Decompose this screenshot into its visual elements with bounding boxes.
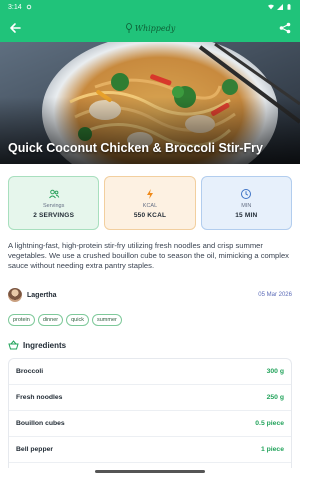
- wifi-icon: [268, 4, 274, 10]
- ingredient-name: Broccoli: [16, 368, 44, 375]
- logo-text: Whippedy: [134, 23, 176, 33]
- published-date: 05 Mar 2026: [258, 292, 292, 298]
- ingredient-row: Broccoli 300 g: [9, 359, 291, 385]
- signal-icon: [277, 4, 283, 10]
- recipe-stats: Servings 2 SERVINGS KCAL 550 KCAL MIN 15…: [8, 176, 292, 230]
- share-icon: [279, 22, 291, 34]
- ingredients-header: Ingredients: [8, 340, 66, 350]
- battery-icon: [287, 4, 291, 10]
- settings-icon: [26, 4, 31, 10]
- stat-value: 550 KCAL: [133, 211, 167, 219]
- basket-icon: [8, 340, 19, 350]
- tag-chip[interactable]: quick: [66, 314, 89, 326]
- stat-servings: Servings 2 SERVINGS: [8, 176, 100, 230]
- ingredients-title: Ingredients: [23, 340, 67, 350]
- ingredient-name: Fresh noodles: [16, 394, 63, 401]
- ingredient-qty: 300 g: [266, 368, 284, 375]
- stat-label: KCAL: [142, 202, 158, 209]
- author-row[interactable]: Lagertha 05 Mar 2026: [8, 287, 292, 303]
- back-button[interactable]: [8, 21, 22, 35]
- arrow-left-icon: [10, 23, 21, 33]
- recipe-title: Quick Coconut Chicken & Broccoli Stir-Fr…: [8, 141, 263, 155]
- ingredients-list: Broccoli 300 g Fresh noodles 250 g Bouil…: [8, 358, 292, 468]
- status-time: 3:14: [8, 3, 22, 11]
- ingredient-row: Bell pepper 1 piece: [9, 437, 291, 463]
- stat-label: MIN: [241, 202, 252, 209]
- stat-time: MIN 15 MIN: [200, 176, 292, 230]
- stat-label: Servings: [42, 202, 65, 209]
- logo-whisk-icon: [125, 23, 132, 33]
- app-logo: Whippedy: [125, 23, 176, 33]
- flame-icon: [146, 188, 153, 199]
- people-icon: [48, 189, 59, 198]
- ingredient-row: Bouillon cubes 0.5 piece: [9, 411, 291, 437]
- stat-value: 2 SERVINGS: [33, 211, 75, 219]
- avatar[interactable]: [8, 288, 22, 302]
- stat-calories: KCAL 550 KCAL: [104, 176, 196, 230]
- tag-chip[interactable]: protein: [8, 314, 35, 326]
- app-bar: Whippedy: [0, 14, 300, 42]
- tag-list: protein dinner quick summer: [8, 314, 122, 326]
- gesture-nav-handle[interactable]: [95, 470, 205, 473]
- ingredient-name: Bouillon cubes: [16, 420, 65, 427]
- ingredient-qty: 250 g: [266, 394, 284, 401]
- ingredient-row: Fresh noodles 250 g: [9, 385, 291, 411]
- clock-icon: [241, 188, 252, 199]
- stat-value: 15 MIN: [235, 211, 258, 219]
- tag-chip[interactable]: summer: [91, 314, 122, 326]
- recipe-description: A lightning-fast, high-protein stir-fry …: [8, 241, 289, 271]
- author-name[interactable]: Lagertha: [27, 292, 57, 299]
- tag-chip[interactable]: dinner: [37, 314, 64, 326]
- ingredient-name: Bell pepper: [16, 446, 54, 453]
- ingredient-qty: 0.5 piece: [255, 420, 284, 427]
- share-button[interactable]: [278, 21, 292, 35]
- status-bar: 3:14: [0, 0, 300, 14]
- ingredient-qty: 1 piece: [260, 446, 284, 453]
- recipe-hero-image: Quick Coconut Chicken & Broccoli Stir-Fr…: [0, 42, 300, 164]
